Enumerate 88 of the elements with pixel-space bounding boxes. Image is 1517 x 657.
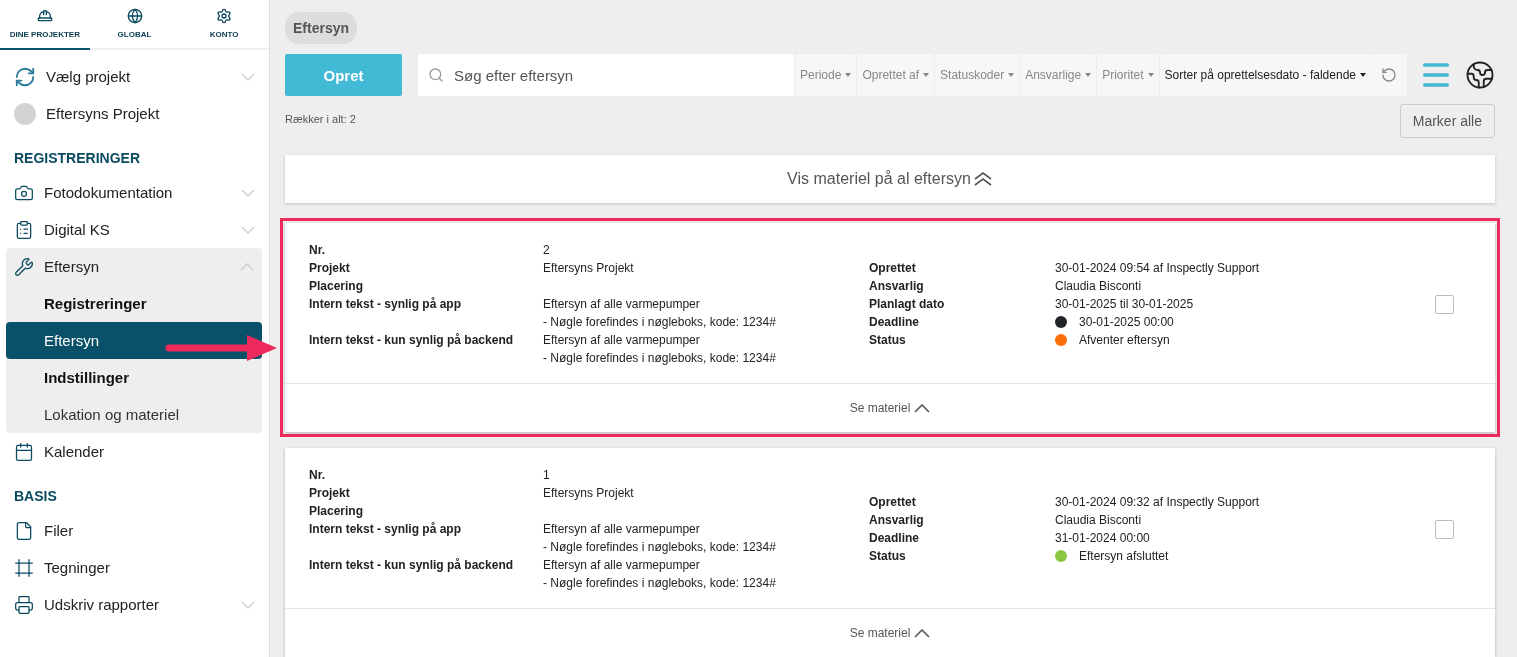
field-label: Projekt	[309, 260, 351, 277]
nav-tab[interactable]: DINE PROJEKTER	[0, 0, 90, 50]
field-label: Deadline	[869, 530, 920, 547]
nav-tab[interactable]: GLOBAL	[89, 0, 180, 50]
field-value: Claudia Bisconti	[1055, 512, 1142, 529]
nav-item[interactable]: Kalender	[0, 433, 269, 470]
reset-icon	[1381, 67, 1397, 83]
field-value: Claudia Bisconti	[1055, 278, 1142, 295]
nav-subitem[interactable]: Lokation og materiel	[6, 396, 262, 433]
field-label: Oprettet	[869, 260, 917, 277]
field-value: Eftersyn afsluttet	[1079, 548, 1169, 565]
field-label: Planlagt dato	[869, 296, 946, 313]
field-value: 30-01-2024 09:54 af Inspectly Support	[1055, 260, 1260, 277]
sort-dropdown[interactable]: Sorter på oprettelsesdato - faldende	[1159, 54, 1371, 96]
field-value: Afventer eftersyn	[1079, 332, 1170, 349]
double-chevron-icon	[972, 172, 993, 186]
tab-icon	[126, 8, 143, 24]
sync-icon	[14, 65, 36, 88]
nav-item[interactable]: Digital KS	[0, 211, 269, 248]
mark-all-button[interactable]: Marker alle	[1399, 104, 1495, 138]
nav-item[interactable]: Tegninger	[0, 549, 269, 586]
search-field[interactable]: Søg efter eftersyn	[418, 54, 795, 96]
field-value: Eftersyn af alle varmepumper	[543, 521, 701, 538]
tab-icon	[216, 8, 233, 24]
nav-subitem[interactable]: Eftersyn	[6, 322, 262, 359]
field-label: Intern tekst - synlig på app	[309, 296, 463, 313]
globe-button[interactable]	[1465, 60, 1495, 90]
field-value: 31-01-2024 00:00	[1055, 530, 1150, 547]
field-value: - Nøgle forefindes i nøgleboks, kode: 1234#	[543, 350, 777, 367]
field-label: Intern tekst - kun synlig på backend	[309, 557, 515, 574]
field-label: Intern tekst - kun synlig på backend	[309, 332, 515, 349]
field-label: Deadline	[869, 314, 920, 331]
field-label: Nr.	[309, 467, 326, 484]
project-picker[interactable]: Vælg projekt	[0, 58, 269, 95]
field-label: Status	[869, 332, 907, 349]
nav-item[interactable]: Udskriv rapporter	[0, 586, 269, 623]
field-value: - Nøgle forefindes i nøgleboks, kode: 1234#	[543, 539, 777, 556]
field-value: 30-01-2025 til 30-01-2025	[1055, 296, 1194, 313]
field-value: Eftersyn af alle varmepumper	[543, 332, 701, 349]
field-label: Status	[869, 548, 907, 565]
select-checkbox[interactable]	[1435, 519, 1454, 539]
nav-icon	[14, 520, 34, 541]
nav-tab[interactable]: KONTO	[179, 0, 269, 50]
field-label: Oprettet	[869, 494, 917, 511]
show-material-bar[interactable]: Vis materiel på al eftersyn	[285, 155, 1495, 203]
see-material-toggle[interactable]: Se materiel	[285, 383, 1495, 432]
field-label: Placering	[309, 278, 365, 295]
chevron-icon	[914, 628, 931, 638]
field-value: 30-01-2024 09:32 af Inspectly Support	[1055, 494, 1260, 511]
nav-icon	[14, 557, 34, 578]
nav-item[interactable]: Fotodokumentation	[0, 174, 269, 211]
search-icon	[428, 67, 444, 83]
field-label: Nr.	[309, 242, 326, 259]
field-value: 30-01-2025 00:00	[1079, 314, 1174, 331]
section-title: BASIS	[13, 487, 58, 506]
nav-subitem[interactable]: Registreringer	[6, 285, 262, 322]
field-value: 2	[543, 242, 551, 259]
nav-item[interactable]: Eftersyn	[6, 248, 262, 285]
reset-button[interactable]	[1371, 54, 1407, 96]
nav-icon	[14, 594, 34, 615]
nav-icon	[14, 256, 34, 277]
field-label: Placering	[309, 503, 365, 520]
nav-subitem[interactable]: Indstillinger	[6, 359, 262, 396]
see-material-toggle[interactable]: Se materiel	[285, 608, 1495, 657]
chevron-icon	[914, 403, 931, 413]
field-label: Ansvarlig	[869, 512, 925, 529]
field-value: 1	[543, 467, 551, 484]
field-value: Eftersyn af alle varmepumper	[543, 557, 701, 574]
nav-item[interactable]: Filer	[0, 512, 269, 549]
field-label: Ansvarlig	[869, 278, 925, 295]
field-value: Eftersyns Projekt	[543, 260, 635, 277]
nav-icon	[14, 219, 34, 240]
field-value: - Nøgle forefindes i nøgleboks, kode: 1234#	[543, 314, 777, 331]
field-value: - Nøgle forefindes i nøgleboks, kode: 1234#	[543, 575, 777, 592]
field-value: Eftersyns Projekt	[543, 485, 635, 502]
field-label: Projekt	[309, 485, 351, 502]
field-value: Eftersyn af alle varmepumper	[543, 296, 701, 313]
nav-icon	[14, 441, 34, 462]
avatar-icon	[14, 102, 36, 125]
globe-icon	[1465, 60, 1495, 90]
filter-dropdown[interactable]: Oprettet af	[857, 54, 935, 96]
tab-icon	[36, 8, 53, 24]
section-title: REGISTRERINGER	[13, 149, 141, 168]
field-label: Intern tekst - synlig på app	[309, 521, 463, 538]
project-item[interactable]: Eftersyns Projekt	[0, 95, 269, 132]
row-count: Rækker i alt: 2	[285, 113, 356, 125]
select-checkbox[interactable]	[1435, 294, 1454, 314]
breadcrumb: Eftersyn	[285, 12, 358, 44]
